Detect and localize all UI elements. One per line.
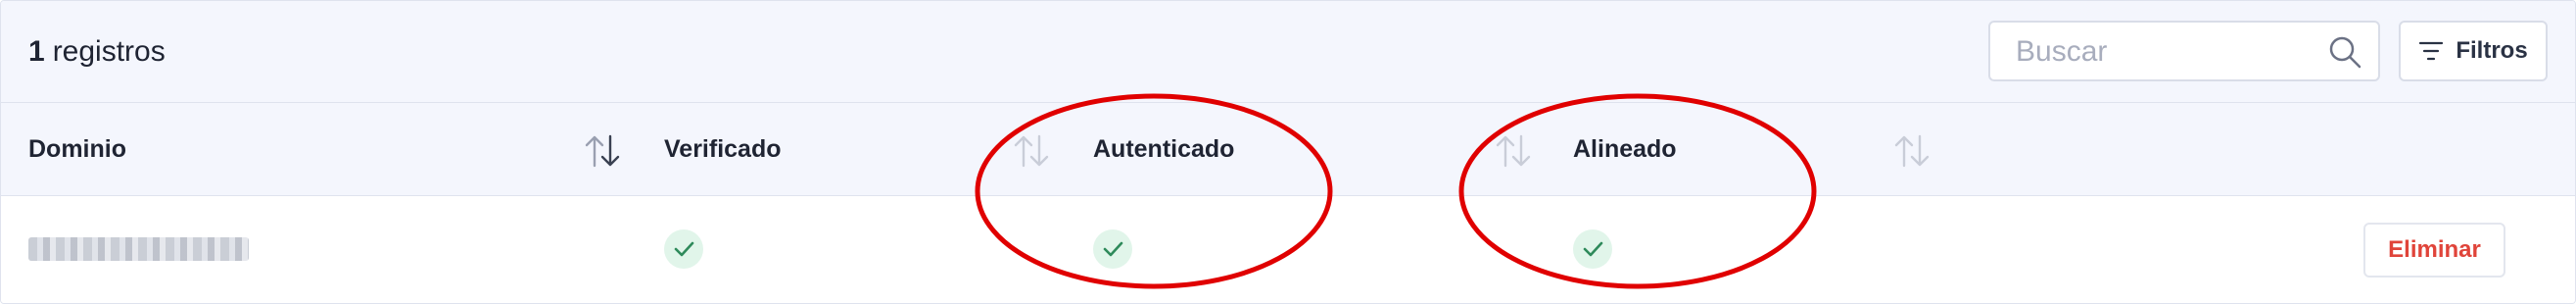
filters-label: Filtros — [2456, 37, 2528, 64]
table-header: Dominio Verificado Autenticado Alineado — [1, 103, 2575, 196]
search-box[interactable] — [1988, 21, 2380, 81]
domain-name-redacted — [28, 237, 249, 261]
record-count: 1 registros — [28, 1, 166, 102]
filter-icon — [2419, 41, 2444, 61]
table-toolbar: 1 registros Filtros — [1, 1, 2575, 103]
record-count-label: registros — [52, 34, 166, 68]
sort-arrows-icon[interactable] — [1494, 133, 1533, 169]
record-count-number: 1 — [28, 34, 45, 68]
domains-panel: 1 registros Filtros Dominio — [0, 0, 2576, 304]
authenticated-check-icon — [1093, 229, 1132, 269]
column-header-aligned[interactable]: Alineado — [1573, 103, 1677, 195]
column-header-verified[interactable]: Verificado — [664, 103, 782, 195]
sort-arrows-icon[interactable] — [583, 133, 622, 169]
search-icon[interactable] — [2327, 34, 2362, 70]
table-row: Eliminar — [1, 196, 2575, 303]
sort-arrows-icon[interactable] — [1012, 133, 1051, 169]
filters-button[interactable]: Filtros — [2399, 21, 2548, 81]
sort-arrows-icon[interactable] — [1892, 133, 1932, 169]
delete-button[interactable]: Eliminar — [2363, 223, 2505, 278]
verified-check-icon — [664, 229, 703, 269]
search-input[interactable] — [2014, 23, 2321, 81]
column-header-authenticated[interactable]: Autenticado — [1093, 103, 1234, 195]
column-header-domain[interactable]: Dominio — [28, 103, 126, 195]
aligned-check-icon — [1573, 229, 1612, 269]
